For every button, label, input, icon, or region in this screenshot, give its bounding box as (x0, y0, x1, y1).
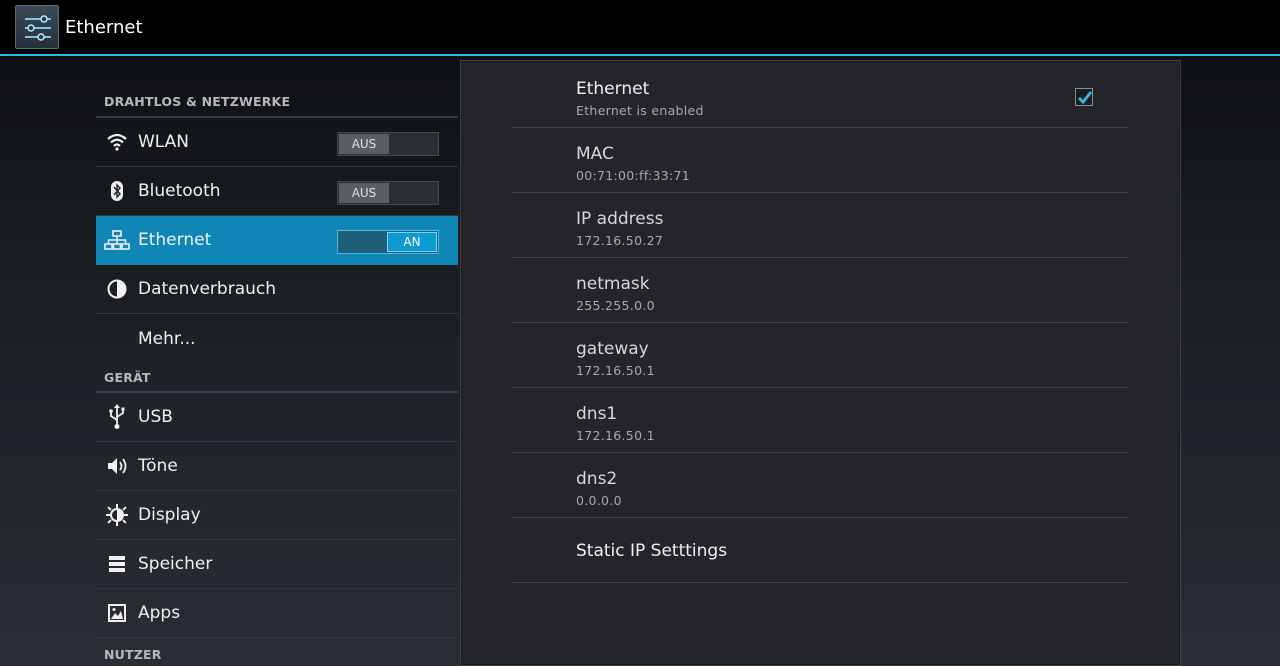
display-icon (96, 491, 138, 540)
pref-title: IP address (576, 209, 664, 229)
pref-summary: 172.16.50.27 (576, 233, 664, 248)
sidebar-item-label: Datenverbrauch (138, 279, 277, 299)
gateway-pref[interactable]: gateway 172.16.50.1 (512, 323, 1129, 388)
sidebar-item-label: Apps (138, 603, 181, 623)
sidebar-item-label: WLAN (138, 132, 190, 152)
ethernet-settings-panel: Ethernet Ethernet is enabled MAC 00:71:0… (460, 60, 1181, 666)
pref-summary: 0.0.0.0 (576, 493, 622, 508)
sidebar-item-display[interactable]: Display (96, 491, 458, 540)
sidebar-item-label: Mehr... (138, 328, 196, 349)
sidebar-item-apps[interactable]: Apps (96, 589, 458, 638)
sidebar-item-label: Töne (138, 456, 178, 476)
sidebar-item-usb[interactable]: USB (96, 393, 458, 442)
category-wireless: DRAHTLOS & NETZWERKE (96, 86, 458, 118)
action-bar: Ethernet (0, 0, 1280, 56)
bluetooth-toggle[interactable]: AUS (337, 181, 439, 205)
mac-pref[interactable]: MAC 00:71:00:ff:33:71 (512, 128, 1129, 193)
storage-icon (96, 540, 138, 589)
settings-headers: DRAHTLOS & NETZWERKE WLAN AUS Bluetooth … (96, 86, 458, 666)
pref-summary: 172.16.50.1 (576, 428, 655, 443)
sidebar-item-sound[interactable]: Töne (96, 442, 458, 491)
apps-icon (96, 589, 138, 638)
wlan-toggle[interactable]: AUS (337, 132, 439, 156)
sidebar-item-ethernet[interactable]: Ethernet AN (96, 216, 458, 265)
sidebar-item-data-usage[interactable]: Datenverbrauch (96, 265, 458, 314)
pref-title: dns2 (576, 469, 618, 489)
toggle-label: AUS (339, 183, 389, 203)
category-device: GERÄT (96, 363, 458, 393)
ethernet-icon (96, 216, 138, 265)
settings-sliders-icon[interactable] (15, 5, 59, 49)
pref-title: Static IP Setttings (576, 541, 728, 561)
ethernet-checkbox[interactable] (1075, 88, 1093, 106)
pref-summary: 255.255.0.0 (576, 298, 655, 313)
sidebar-item-label: USB (138, 407, 173, 427)
pref-title: netmask (576, 274, 650, 294)
pref-title: gateway (576, 339, 649, 359)
sidebar-item-bluetooth[interactable]: Bluetooth AUS (96, 167, 458, 216)
sidebar-item-label: Bluetooth (138, 181, 221, 201)
pref-title: dns1 (576, 404, 618, 424)
sidebar-item-label: Speicher (138, 554, 213, 574)
pref-title: Ethernet (576, 79, 650, 99)
bluetooth-icon (96, 167, 138, 216)
pref-summary: 172.16.50.1 (576, 363, 655, 378)
category-user: NUTZER (104, 646, 162, 662)
check-icon (1077, 91, 1093, 105)
static-ip-settings-pref[interactable]: Static IP Setttings (512, 518, 1129, 583)
sound-icon (96, 442, 138, 491)
sidebar-item-label: Ethernet (138, 230, 212, 250)
dns1-pref[interactable]: dns1 172.16.50.1 (512, 388, 1129, 453)
sidebar-item-wlan[interactable]: WLAN AUS (96, 118, 458, 167)
ip-address-pref[interactable]: IP address 172.16.50.27 (512, 193, 1129, 258)
data-usage-icon (96, 265, 138, 314)
pref-summary: 00:71:00:ff:33:71 (576, 168, 691, 183)
dns2-pref[interactable]: dns2 0.0.0.0 (512, 453, 1129, 518)
ethernet-toggle[interactable]: AN (337, 230, 439, 254)
toggle-label: AN (387, 232, 437, 252)
pref-summary: Ethernet is enabled (576, 103, 704, 118)
wifi-icon (96, 118, 138, 167)
toggle-label: AUS (339, 134, 389, 154)
sidebar-item-more[interactable]: Mehr... (96, 314, 458, 363)
sidebar-item-label: Display (138, 505, 201, 525)
page-title: Ethernet (65, 16, 143, 38)
usb-icon (96, 393, 138, 442)
ethernet-enable-pref[interactable]: Ethernet Ethernet is enabled (512, 63, 1129, 128)
sidebar-item-storage[interactable]: Speicher (96, 540, 458, 589)
netmask-pref[interactable]: netmask 255.255.0.0 (512, 258, 1129, 323)
pref-title: MAC (576, 144, 614, 164)
